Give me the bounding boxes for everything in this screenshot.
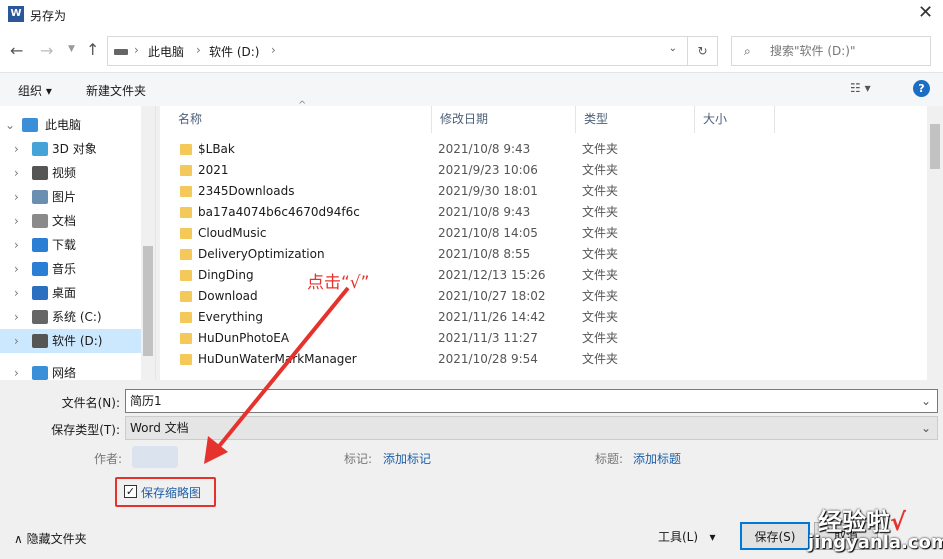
annotation-text: 点击“√” — [307, 273, 370, 293]
annotation-arrow — [204, 286, 350, 464]
save-button[interactable]: 保存(S) — [740, 522, 810, 550]
watermark-url: jingyanla.com — [808, 532, 943, 553]
tools-button[interactable]: 工具(L) ▾ — [658, 528, 716, 545]
hide-folders-button[interactable]: ∧ 隐藏文件夹 — [14, 530, 87, 547]
